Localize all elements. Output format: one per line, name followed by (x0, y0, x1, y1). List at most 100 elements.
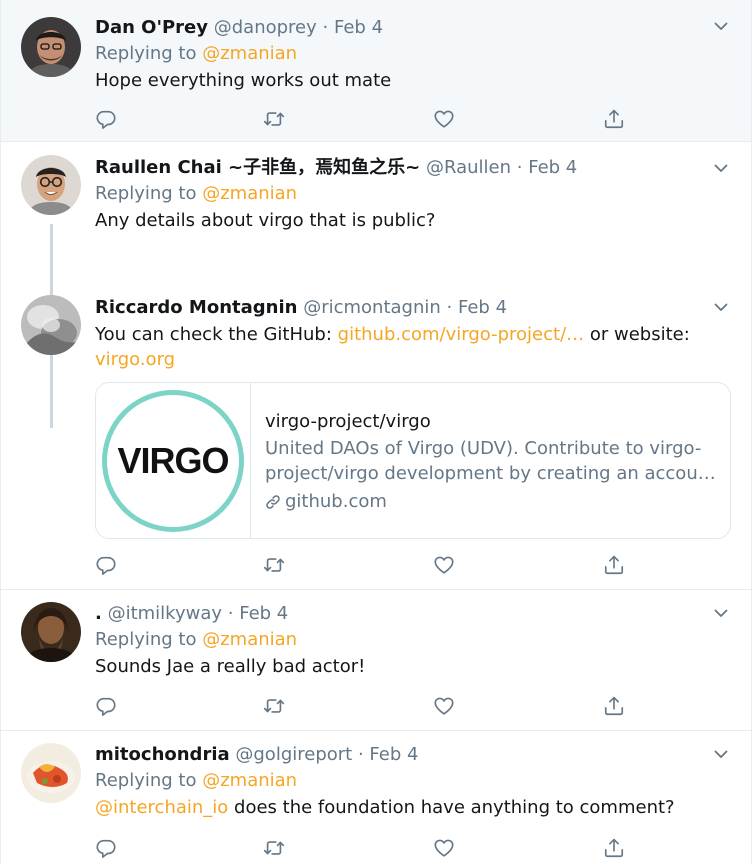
timestamp[interactable]: Feb 4 (458, 297, 507, 318)
replying-to: Replying to @zmanian (95, 628, 731, 652)
link-preview-card[interactable]: VIRGO virgo-project/virgo United DAOs of… (95, 382, 731, 539)
reply-icon (95, 695, 117, 717)
reply-icon (95, 837, 117, 859)
card-domain: github.com (265, 490, 716, 514)
replying-label: Replying to (95, 43, 197, 64)
chevron-down-icon[interactable] (713, 746, 729, 762)
reply-button[interactable] (95, 693, 117, 719)
user-handle[interactable]: @itmilkyway (108, 603, 222, 624)
replying-label: Replying to (95, 183, 197, 204)
reply-icon (95, 554, 117, 576)
reply-icon (95, 108, 117, 130)
separator-dot: · (227, 603, 234, 624)
mention-link[interactable]: @zmanian (202, 629, 297, 650)
share-icon (603, 837, 625, 859)
share-icon (603, 108, 625, 130)
replying-to: Replying to @zmanian (95, 42, 731, 66)
retweet-button[interactable] (263, 693, 285, 719)
link-icon (266, 495, 280, 509)
tweet-actions (95, 552, 635, 578)
card-domain-text: github.com (285, 491, 387, 512)
replying-to: Replying to @zmanian (95, 182, 731, 206)
separator-dot: · (357, 744, 364, 765)
reply-button[interactable] (95, 106, 117, 132)
user-handle[interactable]: @golgireport (235, 744, 352, 765)
mention-link[interactable]: @zmanian (202, 770, 297, 791)
mention-link[interactable]: @zmanian (202, 43, 297, 64)
user-handle[interactable]: @Raullen (426, 157, 511, 178)
tweet[interactable]: Dan O'Prey @danoprey · Feb 4 Replying to… (1, 0, 751, 142)
virgo-logo: VIRGO (102, 389, 244, 532)
replying-to: Replying to @zmanian (95, 769, 731, 793)
like-icon (433, 837, 455, 859)
retweet-icon (263, 554, 285, 576)
replying-label: Replying to (95, 770, 197, 791)
timestamp[interactable]: Feb 4 (239, 603, 288, 624)
retweet-button[interactable] (263, 552, 285, 578)
avatar[interactable] (21, 17, 81, 77)
retweet-button[interactable] (263, 835, 285, 861)
tweet-header: Dan O'Prey @danoprey · Feb 4 (95, 16, 731, 40)
chevron-down-icon[interactable] (713, 18, 729, 34)
reply-button[interactable] (95, 835, 117, 861)
share-icon (603, 554, 625, 576)
tweet-text: You can check the GitHub: github.com/vir… (95, 322, 731, 372)
chevron-down-icon[interactable] (713, 605, 729, 621)
github-link[interactable]: github.com/virgo-project/… (338, 324, 585, 345)
retweet-icon (263, 108, 285, 130)
website-link[interactable]: virgo.org (95, 349, 175, 370)
retweet-icon (263, 695, 285, 717)
tweet-text-part: does the foundation have anything to com… (228, 797, 675, 818)
like-button[interactable] (433, 106, 455, 132)
tweet-text-part: or website: (584, 324, 690, 345)
card-body: virgo-project/virgo United DAOs of Virgo… (265, 410, 716, 514)
share-button[interactable] (603, 552, 625, 578)
tweet-header: . @itmilkyway · Feb 4 (95, 602, 731, 626)
mention-link[interactable]: @zmanian (202, 183, 297, 204)
like-button[interactable] (433, 552, 455, 578)
card-description: United DAOs of Virgo (UDV). Contribute t… (265, 438, 716, 484)
chevron-down-icon[interactable] (713, 160, 729, 176)
logo-text: VIRGO (117, 439, 229, 481)
display-name[interactable]: Raullen Chai ~子非鱼，焉知鱼之乐~ (95, 157, 420, 178)
retweet-button[interactable] (263, 106, 285, 132)
timestamp[interactable]: Feb 4 (369, 744, 418, 765)
user-handle[interactable]: @danoprey (214, 17, 317, 38)
like-icon (433, 695, 455, 717)
separator-dot: · (516, 157, 523, 178)
share-button[interactable] (603, 106, 625, 132)
display-name[interactable]: mitochondria (95, 744, 230, 765)
timestamp[interactable]: Feb 4 (334, 17, 383, 38)
like-icon (433, 108, 455, 130)
tweet-actions (95, 693, 635, 719)
reply-button[interactable] (95, 552, 117, 578)
tweet-text-part: You can check the GitHub: (95, 324, 338, 345)
like-button[interactable] (433, 693, 455, 719)
share-icon (603, 695, 625, 717)
replies-timeline: Dan O'Prey @danoprey · Feb 4 Replying to… (0, 0, 752, 864)
share-button[interactable] (603, 693, 625, 719)
display-name[interactable]: . (95, 603, 102, 624)
conversation-thread: Raullen Chai ~子非鱼，焉知鱼之乐~ @Raullen · Feb … (1, 142, 751, 590)
avatar[interactable] (21, 155, 81, 215)
replying-label: Replying to (95, 629, 197, 650)
tweet-actions (95, 106, 635, 132)
avatar[interactable] (21, 743, 81, 803)
tweet[interactable]: . @itmilkyway · Feb 4 Replying to @zmani… (1, 590, 751, 731)
display-name[interactable]: Dan O'Prey (95, 17, 208, 38)
avatar[interactable] (21, 602, 81, 662)
separator-dot: · (446, 297, 453, 318)
chevron-down-icon[interactable] (713, 299, 729, 315)
share-button[interactable] (603, 835, 625, 861)
display-name[interactable]: Riccardo Montagnin (95, 297, 297, 318)
mention-link[interactable]: @interchain_io (95, 797, 228, 818)
card-title: virgo-project/virgo (265, 411, 431, 432)
like-icon (433, 554, 455, 576)
avatar[interactable] (21, 295, 81, 355)
tweet-text: @interchain_io does the foundation have … (95, 795, 731, 820)
like-button[interactable] (433, 835, 455, 861)
tweet[interactable]: mitochondria @golgireport · Feb 4 Replyi… (1, 731, 751, 864)
tweet-text: Hope everything works out mate (95, 70, 392, 91)
timestamp[interactable]: Feb 4 (528, 157, 577, 178)
user-handle[interactable]: @ricmontagnin (303, 297, 441, 318)
